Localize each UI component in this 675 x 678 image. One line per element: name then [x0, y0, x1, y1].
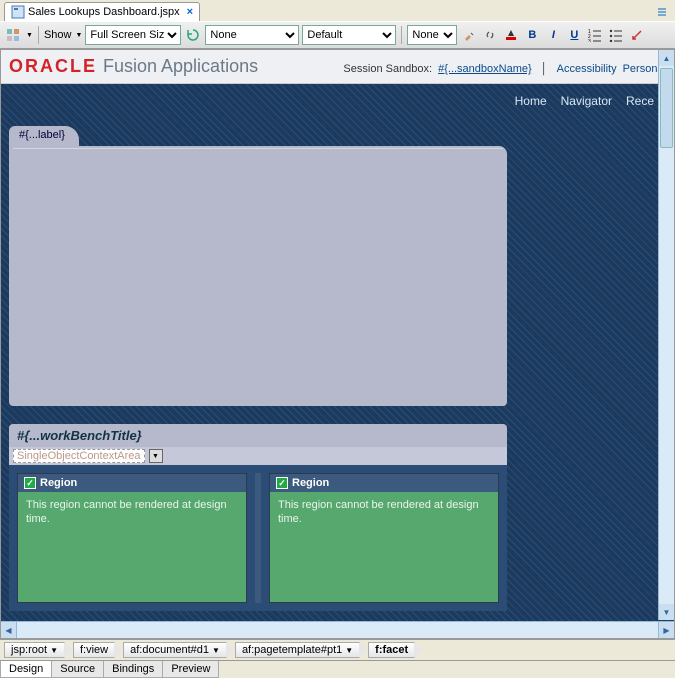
region-toggle-icon[interactable]: ✓ — [24, 477, 36, 489]
numbered-list-icon[interactable]: 123 — [586, 26, 604, 44]
svg-text:3: 3 — [588, 39, 591, 42]
fusion-apps-title: Fusion Applications — [103, 56, 258, 77]
workbench-title: #{...workBenchTitle} — [9, 424, 507, 447]
panel-tabbed: #{...label} — [9, 126, 507, 406]
splitter-handle[interactable] — [255, 473, 261, 603]
structure-breadcrumb: jsp:root▼ f:view af:document#d1▼ af:page… — [0, 639, 675, 660]
scroll-right-icon[interactable]: ▶ — [658, 622, 674, 638]
brush-icon[interactable] — [460, 26, 478, 44]
scroll-left-icon[interactable]: ◀ — [1, 622, 17, 638]
link-icon[interactable] — [481, 26, 499, 44]
design-canvas[interactable]: ORACLE Fusion Applications Session Sandb… — [0, 49, 675, 639]
panel-tab-label: #{...label} — [19, 129, 65, 141]
chevron-down-icon[interactable]: ▼ — [26, 32, 33, 39]
tab-preview[interactable]: Preview — [162, 661, 219, 678]
horizontal-scrollbar[interactable]: ◀ ▶ — [1, 621, 674, 638]
tab-bindings[interactable]: Bindings — [103, 661, 163, 678]
breadcrumb-item[interactable]: jsp:root▼ — [4, 642, 65, 658]
scroll-down-icon[interactable]: ▼ — [659, 604, 674, 620]
close-tab-icon[interactable]: × — [187, 6, 193, 18]
region-message: This region cannot be rendered at design… — [270, 492, 498, 533]
tab-list-dropdown-icon[interactable] — [653, 3, 671, 21]
jspx-file-icon — [11, 5, 25, 19]
chevron-down-icon[interactable]: ▼ — [75, 32, 82, 39]
insert-icon[interactable] — [628, 26, 646, 44]
bullet-list-icon[interactable] — [607, 26, 625, 44]
underline-button[interactable]: U — [565, 26, 583, 44]
bold-button[interactable]: B — [523, 26, 541, 44]
page-header: ORACLE Fusion Applications Session Sandb… — [1, 50, 674, 84]
session-sandbox-label: Session Sandbox: — [343, 63, 432, 75]
nav-recent[interactable]: Rece — [626, 94, 654, 108]
breadcrumb-item[interactable]: f:view — [73, 642, 115, 658]
tab-design[interactable]: Design — [0, 661, 52, 678]
show-label: Show — [44, 29, 72, 41]
breadcrumb-item[interactable]: af:pagetemplate#pt1▼ — [235, 642, 360, 658]
region-card-1[interactable]: ✓ Region This region cannot be rendered … — [17, 473, 247, 603]
component-palette-icon[interactable] — [4, 26, 22, 44]
italic-button[interactable]: I — [544, 26, 562, 44]
style-select-1[interactable]: None — [205, 25, 299, 45]
facet-label[interactable]: SingleObjectContextArea — [13, 449, 145, 463]
color-picker-icon[interactable] — [502, 26, 520, 44]
oracle-logo: ORACLE — [9, 56, 97, 77]
breadcrumb-item[interactable]: af:document#d1▼ — [123, 642, 227, 658]
scrollbar-thumb[interactable] — [660, 68, 673, 148]
region-card-2[interactable]: ✓ Region This region cannot be rendered … — [269, 473, 499, 603]
editor-tab[interactable]: Sales Lookups Dashboard.jspx × — [4, 2, 200, 21]
design-toolbar: ▼ Show ▼ Full Screen Size None Default N… — [0, 21, 675, 49]
nav-home[interactable]: Home — [515, 94, 547, 108]
panel-tab[interactable]: #{...label} — [9, 126, 79, 148]
workbench-panel: #{...workBenchTitle} SingleObjectContext… — [9, 424, 507, 611]
scroll-up-icon[interactable]: ▲ — [659, 50, 674, 66]
view-mode-select[interactable]: Full Screen Size — [85, 25, 181, 45]
breadcrumb-item-current[interactable]: f:facet — [368, 642, 415, 658]
nav-navigator[interactable]: Navigator — [561, 94, 612, 108]
panel-body[interactable] — [13, 148, 503, 402]
refresh-icon[interactable] — [184, 26, 202, 44]
style-select-2[interactable]: Default — [302, 25, 396, 45]
tab-source[interactable]: Source — [51, 661, 104, 678]
global-nav: Home Navigator Rece — [1, 84, 674, 118]
region-toggle-icon[interactable]: ✓ — [276, 477, 288, 489]
region-title: Region — [40, 477, 77, 489]
facet-dropdown-icon[interactable]: ▼ — [149, 449, 163, 463]
region-message: This region cannot be rendered at design… — [18, 492, 246, 533]
editor-tab-filename: Sales Lookups Dashboard.jspx — [28, 6, 180, 18]
style-select-3[interactable]: None — [407, 25, 457, 45]
vertical-scrollbar[interactable]: ▲ ▼ — [658, 50, 674, 620]
region-title: Region — [292, 477, 329, 489]
session-sandbox-link[interactable]: #{...sandboxName} — [438, 63, 532, 75]
accessibility-link[interactable]: Accessibility — [557, 63, 617, 75]
editor-view-tabs: Design Source Bindings Preview — [0, 660, 675, 678]
